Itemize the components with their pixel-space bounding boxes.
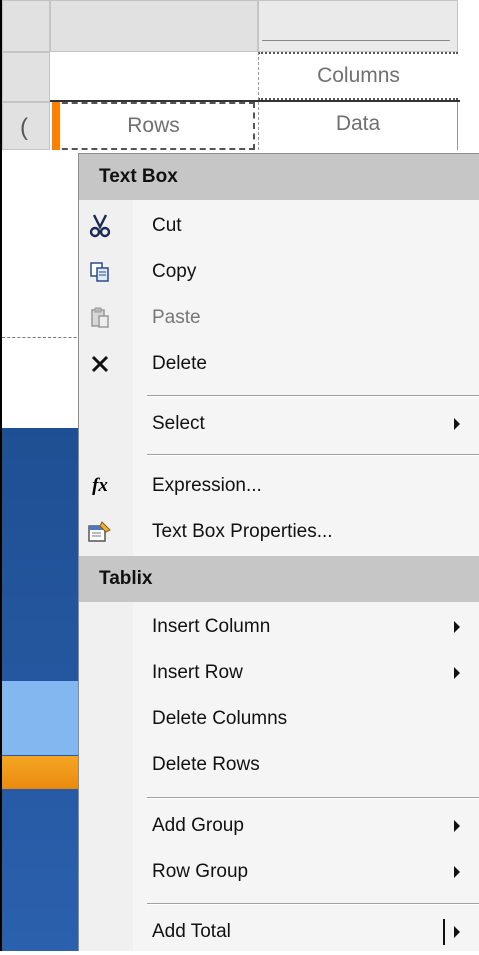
menu-item-label: Delete <box>152 353 207 374</box>
selection-handle[interactable] <box>52 102 60 150</box>
fx-icon: fx <box>92 475 108 496</box>
submenu-arrow-icon <box>454 621 460 633</box>
menu-item-add-total[interactable]: Add Total <box>79 909 479 955</box>
menu-item-label: Delete Rows <box>152 754 260 775</box>
menu-item-label: Select <box>152 413 205 434</box>
menu-item-cut[interactable]: Cut <box>79 203 479 249</box>
menu-item-label: Insert Row <box>152 662 243 683</box>
menu-item-add-group[interactable]: Add Group <box>79 803 479 849</box>
menu-item-label: Add Total <box>152 921 231 942</box>
tablix-group-header: Tablix <box>79 556 479 602</box>
row-group-bracket: ( <box>20 114 28 141</box>
context-menu: Text Box Cut Copy Paste Delete Select fx… <box>78 153 479 951</box>
text-box-group-header: Text Box <box>79 154 479 200</box>
row-handle-1[interactable] <box>2 52 50 102</box>
menu-item-label: Expression... <box>152 475 262 496</box>
menu-item-copy[interactable]: Copy <box>79 249 479 295</box>
corner-handle[interactable] <box>2 0 50 52</box>
submenu-arrow-icon <box>454 866 460 878</box>
delete-x-icon <box>87 351 113 377</box>
menu-item-delete[interactable]: Delete <box>79 341 479 387</box>
menu-item-label: Row Group <box>152 861 249 882</box>
menu-item-expression[interactable]: fx Expression... <box>79 463 479 509</box>
menu-item-label: Text Box Properties... <box>152 521 333 542</box>
paste-icon <box>87 305 113 331</box>
menu-item-label: Add Group <box>152 815 244 836</box>
menu-item-paste[interactable]: Paste <box>79 295 479 341</box>
text-cursor-icon <box>443 919 445 945</box>
menu-item-select[interactable]: Select <box>79 401 479 447</box>
menu-item-insert-column[interactable]: Insert Column <box>79 604 479 650</box>
menu-item-label: Copy <box>152 261 197 282</box>
menu-item-delete-columns[interactable]: Delete Columns <box>79 696 479 742</box>
menu-item-label: Cut <box>152 215 182 236</box>
menu-item-label: Delete Columns <box>152 708 288 729</box>
column-handle-1[interactable] <box>50 0 258 52</box>
menu-separator <box>147 797 479 799</box>
menu-separator <box>147 903 479 905</box>
menu-item-label: Insert Column <box>152 616 271 637</box>
menu-separator <box>147 454 479 456</box>
submenu-arrow-icon <box>454 667 460 679</box>
copy-icon <box>87 259 113 285</box>
submenu-arrow-icon <box>454 820 460 832</box>
menu-item-delete-rows[interactable]: Delete Rows <box>79 742 479 788</box>
column-handle-2[interactable] <box>258 0 458 52</box>
menu-item-row-group[interactable]: Row Group <box>79 849 479 895</box>
columns-cell[interactable]: Columns <box>258 52 458 100</box>
menu-separator <box>147 395 479 397</box>
properties-icon <box>87 519 113 545</box>
rows-cell[interactable]: Rows <box>52 102 255 150</box>
submenu-arrow-icon <box>454 418 460 430</box>
scissors-icon <box>87 213 113 239</box>
menu-item-label: Paste <box>152 307 201 328</box>
submenu-arrow-icon <box>454 926 460 938</box>
column-group-indicator <box>262 40 450 41</box>
data-cell[interactable]: Data <box>258 102 458 150</box>
menu-item-insert-row[interactable]: Insert Row <box>79 650 479 696</box>
menu-item-text-box-properties[interactable]: Text Box Properties... <box>79 509 479 555</box>
